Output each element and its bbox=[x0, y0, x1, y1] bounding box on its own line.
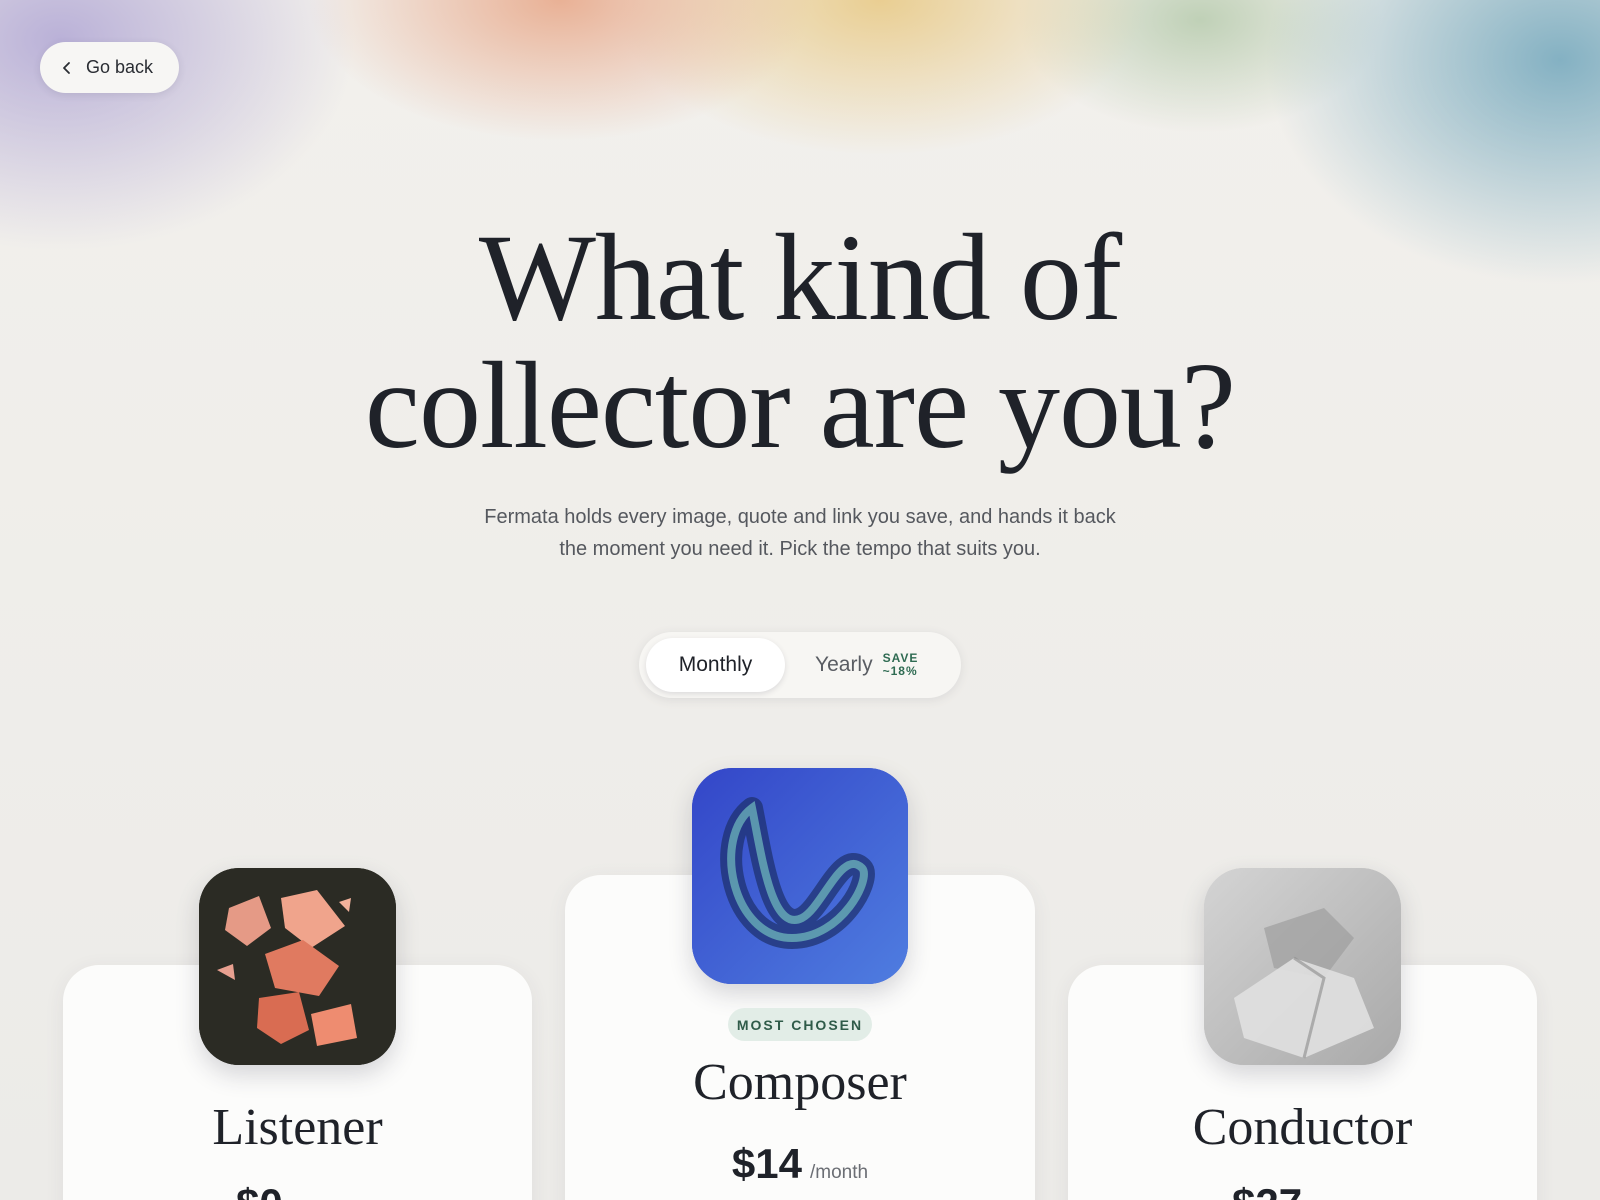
conductor-price-amount: $27 bbox=[1232, 1180, 1302, 1200]
composer-artwork-icon bbox=[692, 768, 908, 984]
monthly-label: Monthly bbox=[678, 653, 753, 676]
plan-name-conductor: Conductor bbox=[1192, 1099, 1413, 1156]
composer-price-amount: $14 bbox=[731, 1140, 802, 1187]
save-badge-line-1: SAVE bbox=[882, 651, 919, 665]
page-subtitle: Fermata holds every image, quote and lin… bbox=[450, 501, 1150, 565]
go-back-label: Go back bbox=[86, 57, 154, 77]
composer-price: $14 /month bbox=[565, 1140, 1035, 1188]
monthly-option[interactable]: Monthly bbox=[646, 638, 785, 692]
page-title: What kind of collector are you? bbox=[0, 214, 1600, 470]
title-line-2: collector are you? bbox=[364, 337, 1236, 474]
subtitle-line-1: Fermata holds every image, quote and lin… bbox=[484, 506, 1116, 528]
listener-artwork-icon bbox=[199, 868, 396, 1065]
composer-price-period: /month bbox=[809, 1162, 869, 1183]
plan-name-listener: Listener bbox=[212, 1099, 383, 1156]
billing-period-toggle: Monthly Yearly SAVE ~18% bbox=[639, 632, 961, 698]
yearly-option[interactable]: Yearly SAVE ~18% bbox=[815, 638, 929, 692]
save-badge-line-2: ~18% bbox=[882, 664, 918, 678]
most-chosen-badge: MOST CHOSEN bbox=[728, 1008, 872, 1041]
subtitle-line-2: the moment you need it. Pick the tempo t… bbox=[559, 538, 1041, 560]
chevron-left-icon bbox=[60, 61, 74, 75]
yearly-label: Yearly bbox=[815, 653, 873, 676]
go-back-button[interactable]: Go back bbox=[40, 42, 179, 93]
save-badge: SAVE ~18% bbox=[883, 652, 929, 678]
title-line-1: What kind of bbox=[478, 209, 1122, 346]
listener-price-amount: $0 bbox=[236, 1180, 283, 1200]
plan-name-composer: Composer bbox=[693, 1054, 907, 1111]
conductor-artwork-icon bbox=[1204, 868, 1401, 1065]
